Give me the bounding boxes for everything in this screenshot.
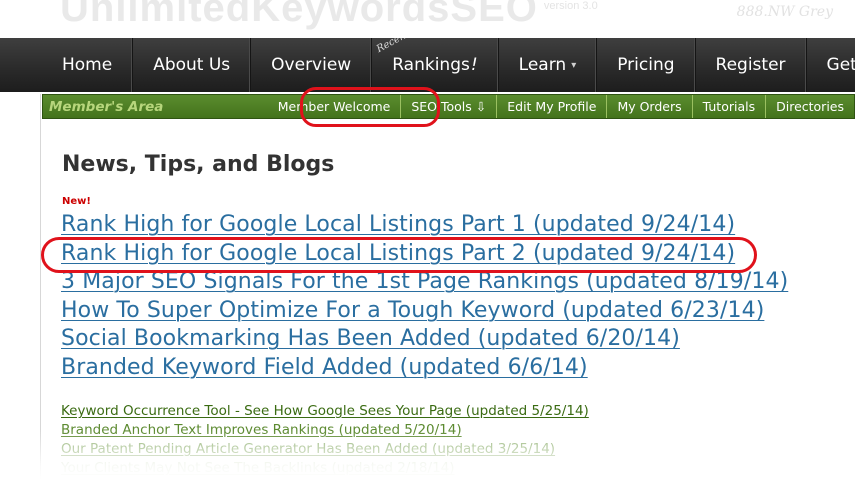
older-news-link[interactable]: Your Clients May Not See The Backlinks (… — [61, 460, 455, 476]
nav-about-us[interactable]: About Us — [133, 38, 252, 92]
nav-overview[interactable]: Overview — [251, 38, 373, 92]
tab-tutorials[interactable]: Tutorials — [691, 95, 765, 118]
member-area-bar: Member's Area Member Welcome SEO Tools ⇩… — [42, 94, 855, 119]
list-item: Social Bookmarking Has Been Added (updat… — [61, 325, 788, 354]
new-badge: New! — [62, 196, 91, 207]
nav-register[interactable]: Register — [696, 38, 807, 92]
nav-overview-label: Overview — [271, 55, 352, 75]
news-link[interactable]: How To Super Optimize For a Tough Keywor… — [61, 298, 764, 323]
main-nav: Home About Us Overview Recent Rankings! … — [0, 38, 855, 92]
list-item: Branded Keyword Field Added (updated 6/6… — [61, 354, 788, 383]
nav-home-label: Home — [62, 55, 113, 75]
nav-register-label: Register — [715, 55, 786, 75]
tab-directories[interactable]: Directories — [765, 95, 854, 118]
nav-get-started-label: Get Started — [826, 55, 855, 75]
brand-version: version 3.0 — [543, 0, 598, 12]
list-item: Your Clients May Not See The Backlinks (… — [61, 457, 589, 476]
list-item: Rank High for Google Local Listings Part… — [61, 211, 788, 240]
nav-rankings-label: Rankings — [392, 55, 470, 75]
older-news-list: Keyword Occurrence Tool - See How Google… — [61, 400, 589, 476]
chevron-down-icon: ▾ — [571, 59, 577, 71]
nav-rankings-suffix: ! — [470, 55, 478, 75]
list-item: Our Patent Pending Article Generator Has… — [61, 438, 589, 457]
nav-learn-label: Learn — [518, 55, 567, 75]
member-area-title: Member's Area — [49, 98, 164, 115]
brand-name: UnlimitedKeywordsSEO — [60, 0, 538, 30]
news-link[interactable]: Social Bookmarking Has Been Added (updat… — [61, 326, 680, 351]
nav-about-us-label: About Us — [153, 55, 231, 75]
list-item: Keyword Occurrence Tool - See How Google… — [61, 400, 589, 419]
list-item: Branded Anchor Text Improves Rankings (u… — [61, 419, 589, 438]
older-news-link[interactable]: Our Patent Pending Article Generator Has… — [61, 441, 555, 457]
nav-learn[interactable]: Learn ▾ — [499, 38, 598, 92]
nav-pricing[interactable]: Pricing — [597, 38, 696, 92]
older-news-link[interactable]: Keyword Occurrence Tool - See How Google… — [61, 403, 589, 419]
highlight-ring-part-2-link — [41, 237, 757, 273]
nav-get-started[interactable]: Get Started — [807, 38, 855, 92]
recent-tag: Recent — [375, 38, 412, 55]
page-title: News, Tips, and Blogs — [62, 152, 335, 177]
tab-edit-my-profile[interactable]: Edit My Profile — [496, 95, 606, 118]
highlight-ring-member-welcome — [300, 87, 440, 127]
news-link[interactable]: Branded Keyword Field Added (updated 6/6… — [61, 355, 588, 380]
news-link[interactable]: Rank High for Google Local Listings Part… — [61, 212, 735, 237]
phone-number: 888.NW Grey — [736, 4, 833, 20]
nav-rankings[interactable]: Recent Rankings! — [372, 38, 499, 92]
nav-pricing-label: Pricing — [617, 55, 675, 75]
list-item: How To Super Optimize For a Tough Keywor… — [61, 297, 788, 326]
tab-my-orders[interactable]: My Orders — [606, 95, 691, 118]
nav-home[interactable]: Home — [0, 38, 134, 92]
older-news-link[interactable]: Branded Anchor Text Improves Rankings (u… — [61, 422, 462, 438]
site-logo: UnlimitedKeywordsSEO version 3.0 — [60, 0, 598, 30]
